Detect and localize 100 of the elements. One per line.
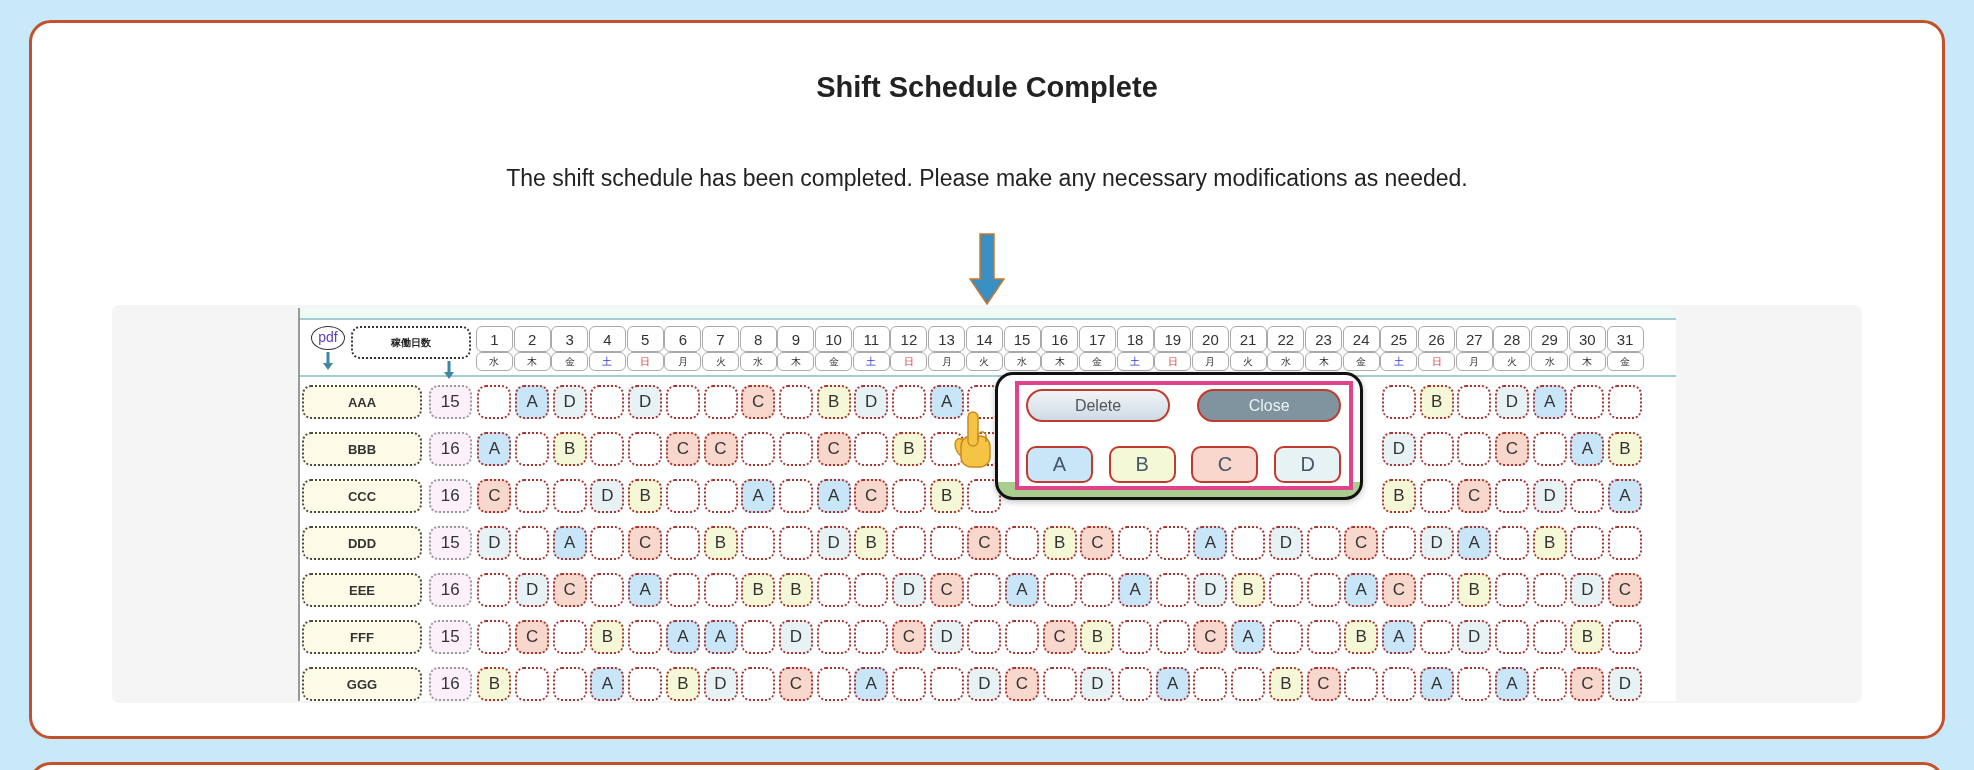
shift-cell[interactable]: D — [1080, 667, 1115, 701]
shift-cell[interactable]: C — [477, 479, 512, 513]
shift-cell[interactable] — [515, 479, 550, 513]
shift-cell[interactable]: C — [967, 526, 1002, 560]
shift-cell[interactable]: D — [1532, 479, 1567, 513]
shift-cell[interactable] — [854, 620, 889, 654]
shift-cell[interactable]: A — [1344, 573, 1379, 607]
shift-cell[interactable]: A — [703, 620, 738, 654]
shift-cell[interactable]: C — [1193, 620, 1228, 654]
shift-cell[interactable] — [1570, 479, 1605, 513]
shift-cell[interactable] — [741, 526, 776, 560]
shift-cell[interactable] — [967, 479, 1002, 513]
shift-cell[interactable] — [703, 573, 738, 607]
shift-cell[interactable] — [967, 620, 1002, 654]
shift-cell[interactable] — [1306, 526, 1341, 560]
shift-cell[interactable] — [1193, 667, 1228, 701]
shift-cell[interactable]: C — [1080, 526, 1115, 560]
shift-cell[interactable] — [967, 573, 1002, 607]
shift-cell[interactable]: D — [1457, 620, 1492, 654]
shift-cell[interactable]: A — [1381, 620, 1416, 654]
shift-cell[interactable] — [1494, 620, 1529, 654]
shift-cell[interactable] — [1306, 573, 1341, 607]
shift-cell[interactable] — [590, 385, 625, 419]
shift-cell[interactable] — [1457, 385, 1492, 419]
shift-cell[interactable] — [1494, 526, 1529, 560]
shift-cell[interactable]: B — [1344, 620, 1379, 654]
pdf-button[interactable]: pdf — [311, 326, 345, 350]
shift-cell[interactable] — [1532, 667, 1567, 701]
shift-cell[interactable]: C — [628, 526, 663, 560]
shift-cell[interactable] — [1042, 667, 1077, 701]
shift-cell[interactable]: B — [891, 432, 926, 466]
shift-option-button[interactable]: A — [1026, 446, 1093, 483]
shift-cell[interactable] — [515, 526, 550, 560]
shift-cell[interactable]: A — [1419, 667, 1454, 701]
shift-cell[interactable]: A — [741, 479, 776, 513]
shift-cell[interactable]: B — [477, 667, 512, 701]
shift-cell[interactable] — [816, 573, 851, 607]
shift-cell[interactable]: A — [628, 573, 663, 607]
shift-cell[interactable] — [1231, 667, 1266, 701]
shift-cell[interactable]: B — [929, 479, 964, 513]
shift-cell[interactable]: C — [1494, 432, 1529, 466]
shift-cell[interactable] — [891, 526, 926, 560]
shift-cell[interactable]: C — [1570, 667, 1605, 701]
shift-cell[interactable] — [665, 526, 700, 560]
shift-cell[interactable] — [891, 479, 926, 513]
shift-cell[interactable]: B — [854, 526, 889, 560]
shift-cell[interactable] — [1570, 385, 1605, 419]
shift-cell[interactable]: C — [515, 620, 550, 654]
shift-cell[interactable] — [1419, 573, 1454, 607]
shift-cell[interactable]: D — [929, 620, 964, 654]
shift-cell[interactable] — [741, 667, 776, 701]
shift-cell[interactable] — [628, 620, 663, 654]
shift-cell[interactable] — [1268, 620, 1303, 654]
shift-cell[interactable] — [590, 573, 625, 607]
shift-cell[interactable]: B — [628, 479, 663, 513]
shift-cell[interactable]: B — [816, 385, 851, 419]
shift-cell[interactable]: A — [515, 385, 550, 419]
shift-cell[interactable] — [1532, 432, 1567, 466]
shift-cell[interactable]: A — [929, 385, 964, 419]
shift-cell[interactable] — [1381, 385, 1416, 419]
shift-cell[interactable] — [1608, 620, 1642, 654]
shift-cell[interactable] — [665, 573, 700, 607]
shift-cell[interactable] — [552, 479, 587, 513]
shift-cell[interactable]: C — [929, 573, 964, 607]
shift-cell[interactable]: A — [854, 667, 889, 701]
shift-cell[interactable]: D — [1381, 432, 1416, 466]
shift-cell[interactable]: A — [1608, 479, 1642, 513]
shift-cell[interactable] — [1532, 573, 1567, 607]
shift-cell[interactable]: D — [1570, 573, 1605, 607]
shift-cell[interactable] — [741, 620, 776, 654]
shift-cell[interactable]: B — [1608, 432, 1642, 466]
shift-cell[interactable]: B — [1381, 479, 1416, 513]
shift-cell[interactable]: A — [1494, 667, 1529, 701]
shift-cell[interactable]: D — [854, 385, 889, 419]
shift-cell[interactable]: A — [1457, 526, 1492, 560]
shift-cell[interactable]: D — [1494, 385, 1529, 419]
shift-cell[interactable] — [778, 385, 813, 419]
shift-cell[interactable] — [1532, 620, 1567, 654]
shift-cell[interactable] — [929, 667, 964, 701]
shift-cell[interactable]: B — [1231, 573, 1266, 607]
shift-cell[interactable] — [477, 385, 512, 419]
shift-cell[interactable] — [778, 526, 813, 560]
shift-cell[interactable] — [1155, 620, 1190, 654]
shift-cell[interactable]: C — [1381, 573, 1416, 607]
shift-cell[interactable] — [816, 667, 851, 701]
shift-cell[interactable]: D — [552, 385, 587, 419]
shift-cell[interactable] — [552, 620, 587, 654]
shift-cell[interactable]: D — [515, 573, 550, 607]
shift-option-button[interactable]: C — [1191, 446, 1259, 483]
shift-cell[interactable]: A — [552, 526, 587, 560]
shift-cell[interactable]: B — [1268, 667, 1303, 701]
shift-cell[interactable] — [778, 432, 813, 466]
shift-cell[interactable]: B — [1080, 620, 1115, 654]
shift-cell[interactable] — [1118, 620, 1153, 654]
shift-cell[interactable]: B — [1570, 620, 1605, 654]
shift-cell[interactable]: A — [477, 432, 512, 466]
shift-cell[interactable]: D — [628, 385, 663, 419]
shift-cell[interactable] — [1381, 667, 1416, 701]
shift-cell[interactable] — [1608, 526, 1642, 560]
shift-cell[interactable] — [552, 667, 587, 701]
